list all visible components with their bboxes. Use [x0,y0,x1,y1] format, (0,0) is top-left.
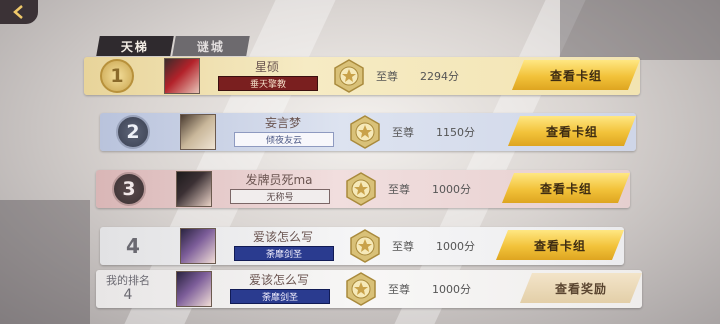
table-row: 2 妄言梦 倾夜友云 至尊 1150分 查看卡组 [100,113,636,151]
rank-badge-bronze: 3 [112,172,146,206]
view-deck-button[interactable]: 查看卡组 [512,60,640,90]
supreme-medal-icon [346,272,376,306]
tab-ladder-label: 天梯 [120,39,149,54]
player-name: 妄言梦 [264,116,301,130]
player-title: 垂天擎教 [218,76,318,91]
tier-label: 至尊 [388,283,410,296]
avatar [176,171,212,207]
player-name: 爱该怎么写 [252,230,313,244]
avatar [180,114,216,150]
score-value: 1000分 [432,183,471,196]
score-value: 2294分 [420,70,459,83]
tab-puzzle-city-label: 谜城 [196,39,225,54]
player-title: 荼靡剑圣 [234,246,334,261]
score-value: 1000分 [432,283,471,296]
rank-number: 2 [116,115,150,149]
view-rewards-button[interactable]: 查看奖励 [520,273,642,303]
score-value: 1000分 [436,240,475,253]
player-name: 爱该怎么写 [248,273,309,287]
player-title: 倾夜友云 [234,132,334,147]
supreme-medal-icon [350,115,380,149]
view-deck-button[interactable]: 查看卡组 [508,116,636,146]
tab-ladder[interactable]: 天梯 [96,36,174,56]
back-button[interactable] [0,0,38,24]
my-rank-number: 4 [123,287,133,303]
rank-badge-silver: 2 [116,115,150,149]
avatar [180,228,216,264]
avatar [176,271,212,307]
tier-label: 至尊 [376,70,398,83]
rank-number: 3 [112,172,146,206]
supreme-medal-icon [346,172,376,206]
rank-number: 4 [126,234,140,258]
player-name: 星硕 [254,60,279,74]
supreme-medal-icon [334,59,364,93]
tab-puzzle-city[interactable]: 谜城 [172,36,250,56]
my-rank: 我的排名 4 [100,274,156,302]
tier-label: 至尊 [392,126,414,139]
tier-label: 至尊 [388,183,410,196]
table-row: 3 发牌员死ma 无称号 至尊 1000分 查看卡组 [96,170,630,208]
back-arrow-icon [13,5,23,19]
score-value: 1150分 [436,126,475,139]
avatar [164,58,200,94]
table-row: 4 爱该怎么写 荼靡剑圣 至尊 1000分 查看卡组 [100,227,624,265]
supreme-medal-icon [350,229,380,263]
player-title: 无称号 [230,189,330,204]
view-deck-button[interactable]: 查看卡组 [496,230,624,260]
table-row: 1 星硕 垂天擎教 至尊 2294分 查看卡组 [84,57,640,95]
player-title: 荼靡剑圣 [230,289,330,304]
tier-label: 至尊 [392,240,414,253]
rank-badge-gold: 1 [100,59,134,93]
view-deck-button[interactable]: 查看卡组 [502,173,630,203]
tab-bar: 天梯 谜城 [96,36,250,56]
my-rank-label: 我的排名 [106,274,150,287]
player-name: 发牌员死ma [245,173,313,187]
my-rank-row: 我的排名 4 爱该怎么写 荼靡剑圣 至尊 1000分 查看奖励 [96,270,642,308]
rank-number: 1 [100,59,134,93]
